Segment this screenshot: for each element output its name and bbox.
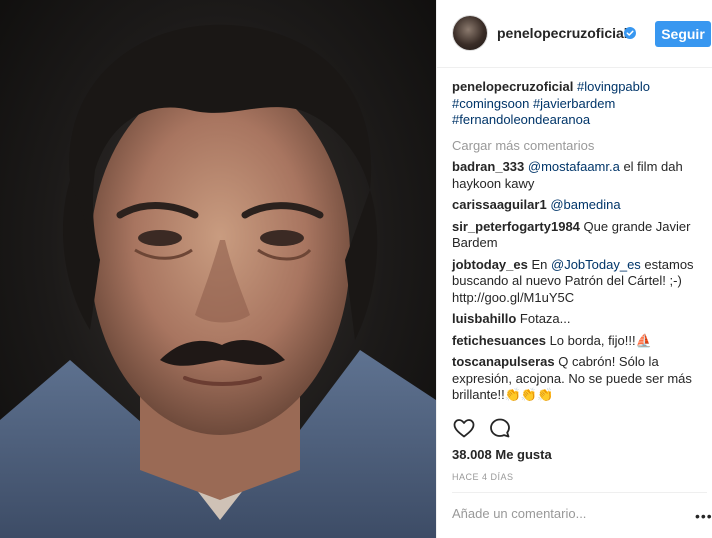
comment-text: Lo borda, fijo!!!⛵ — [549, 332, 652, 348]
divider — [452, 492, 707, 493]
post-header: penelopecruzoficial Seguir — [437, 0, 712, 68]
caption: penelopecruzoficial #lovingpablo #coming… — [452, 79, 707, 129]
more-options-icon[interactable]: ••• — [695, 508, 712, 524]
post-actions — [452, 416, 707, 442]
comment-mention[interactable]: @JobToday_es — [551, 257, 641, 272]
comment-username[interactable]: luisbahillo — [452, 311, 516, 326]
speech-bubble-icon[interactable] — [488, 416, 512, 440]
comment-item: sir_peterfogarty1984 Que grande Javier B… — [452, 219, 707, 252]
add-comment-input[interactable]: Añade un comentario... — [452, 506, 586, 521]
comment-text: Fotaza... — [519, 311, 571, 326]
verified-badge-icon — [624, 27, 636, 39]
comment-mention[interactable]: @mostafaamr.a — [528, 159, 620, 174]
comment-item: jobtoday_es En @JobToday_es estamos busc… — [452, 257, 707, 307]
comment-mention[interactable]: @bamedina — [550, 197, 620, 212]
comment-username[interactable]: badran_333 — [452, 159, 524, 174]
comment-username[interactable]: toscanapulseras — [452, 354, 555, 369]
avatar[interactable] — [453, 16, 487, 50]
likes-count[interactable]: 38.008 Me gusta — [452, 447, 552, 462]
instagram-post: penelopecruzoficial Seguir penelopecruzo… — [0, 0, 712, 538]
comment-text-prefix: En — [531, 256, 551, 272]
post-username[interactable]: penelopecruzoficial — [497, 25, 628, 41]
post-details-panel: penelopecruzoficial Seguir penelopecruzo… — [436, 0, 712, 538]
comment-item: luisbahillo Fotaza... — [452, 311, 707, 328]
post-timestamp[interactable]: HACE 4 DÍAS — [452, 472, 514, 482]
heart-icon[interactable] — [452, 416, 476, 440]
follow-button[interactable]: Seguir — [655, 21, 711, 47]
comment-username[interactable]: jobtoday_es — [452, 257, 528, 272]
comment-item: badran_333 @mostafaamr.a el film dah hay… — [452, 159, 707, 192]
comments-list: penelopecruzoficial #lovingpablo #coming… — [452, 79, 707, 409]
comment-username[interactable]: carissaaguilar1 — [452, 197, 547, 212]
post-photo[interactable] — [0, 0, 436, 538]
caption-username[interactable]: penelopecruzoficial — [452, 79, 573, 94]
load-more-comments[interactable]: Cargar más comentarios — [452, 138, 707, 155]
comment-username[interactable]: fetichesuances — [452, 333, 546, 348]
comment-username[interactable]: sir_peterfogarty1984 — [452, 219, 580, 234]
comment-item: toscanapulseras Q cabrón! Sólo la expres… — [452, 354, 707, 404]
portrait-image — [0, 24, 436, 538]
comment-item: fetichesuances Lo borda, fijo!!!⛵ — [452, 333, 707, 350]
comment-item: carissaaguilar1 @bamedina — [452, 197, 707, 214]
